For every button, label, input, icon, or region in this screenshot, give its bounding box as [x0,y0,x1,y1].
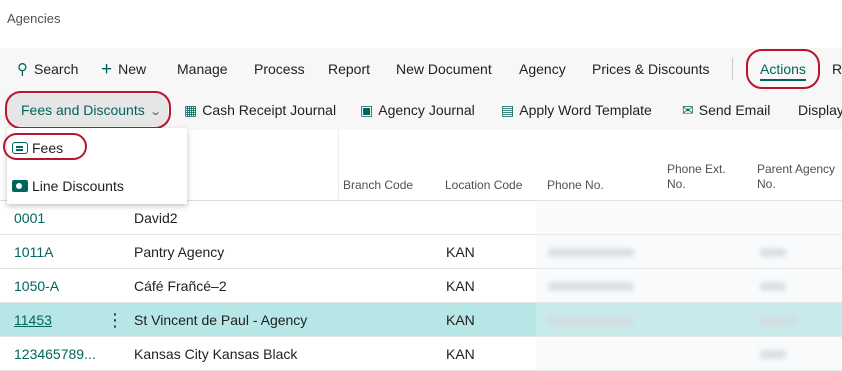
display-menu[interactable]: Display [798,90,842,130]
menu-item-fees[interactable]: Fees [12,136,63,160]
fees-and-discounts-button[interactable]: Fees and Discounts ⌄ [7,94,168,126]
chevron-down-icon: ⌄ [148,106,162,118]
actions-menu[interactable]: Actions [760,48,806,90]
email-icon: ✉ [682,102,694,118]
agency-no[interactable]: 123465789... [14,337,96,371]
location-code: KAN [446,244,475,260]
agency-name: Pantry Agency [134,244,225,260]
line-discounts-icon [12,180,28,192]
agency-name: Cáfé Frañcé–2 [134,278,227,294]
fees-discounts-dropdown: Fees Line Discounts [7,128,187,204]
agency-name: David2 [134,210,178,226]
related-menu[interactable]: Re [832,48,842,90]
agency-no[interactable]: 1050-A [14,269,59,303]
agency-no[interactable]: 1011A [14,235,53,269]
plus-icon: + [101,59,113,80]
redaction-overlay [536,200,842,371]
agency-journal-label: Agency Journal [378,102,475,118]
row-more-options-icon[interactable]: ⋮ [106,303,124,337]
fees-and-discounts-label: Fees and Discounts [21,102,145,118]
agency-name: St Vincent de Paul - Agency [134,312,308,328]
phone-ext-line-1: Phone Ext. [667,162,726,176]
action-bar: ⚲ Search + New Manage Process Report New D… [0,48,842,90]
column-header-parent-agency[interactable]: Parent Agency No. [757,162,835,192]
process-menu[interactable]: Process [254,48,305,90]
location-code: KAN [446,346,475,362]
agency-menu[interactable]: Agency [519,48,566,90]
agency-no[interactable]: 0001 [14,201,45,235]
search-button[interactable]: ⚲ Search [17,48,78,90]
report-menu[interactable]: Report [328,48,370,90]
word-template-icon: ▤ [501,102,515,118]
agency-no[interactable]: 11453 [14,303,52,337]
new-label: New [118,61,147,77]
search-icon: ⚲ [17,61,28,78]
new-document-menu[interactable]: New Document [396,48,492,90]
parent-agency-line-1: Parent Agency [757,162,836,176]
agency-journal-icon: ▣ [360,102,374,118]
actions-sub-bar: Fees and Discounts ⌄ ▦ Cash Receipt Journa… [0,90,842,130]
cash-receipt-journal-button[interactable]: ▦ Cash Receipt Journal [184,90,336,130]
column-separator [338,130,339,200]
journal-icon: ▦ [184,102,198,118]
phone-ext-line-2: No. [667,177,686,191]
agency-journal-button[interactable]: ▣ Agency Journal [360,90,475,130]
page-title: Agencies [7,11,61,26]
cash-receipt-journal-label: Cash Receipt Journal [202,102,337,118]
column-header-branch-code[interactable]: Branch Code [343,178,413,193]
column-header-phone-no[interactable]: Phone No. [547,178,604,193]
menu-item-line-discounts[interactable]: Line Discounts [12,174,124,198]
column-header-phone-ext[interactable]: Phone Ext. No. [667,162,726,192]
action-bar-divider [732,58,733,80]
new-button[interactable]: + New [101,48,146,90]
agency-name: Kansas City Kansas Black [134,346,298,362]
manage-menu[interactable]: Manage [177,48,228,90]
send-email-button[interactable]: ✉ Send Email [682,90,770,130]
fees-label: Fees [32,140,64,156]
line-discounts-label: Line Discounts [32,178,124,194]
fees-icon [12,142,28,154]
prices-discounts-menu[interactable]: Prices & Discounts [592,48,709,90]
column-header-location-code[interactable]: Location Code [445,178,522,193]
search-label: Search [34,61,79,77]
location-code: KAN [446,312,475,328]
apply-word-template-label: Apply Word Template [519,102,652,118]
location-code: KAN [446,278,475,294]
actions-label: Actions [760,61,806,81]
apply-word-template-button[interactable]: ▤ Apply Word Template [501,90,652,130]
parent-agency-line-2: No. [757,177,776,191]
send-email-label: Send Email [698,102,771,118]
